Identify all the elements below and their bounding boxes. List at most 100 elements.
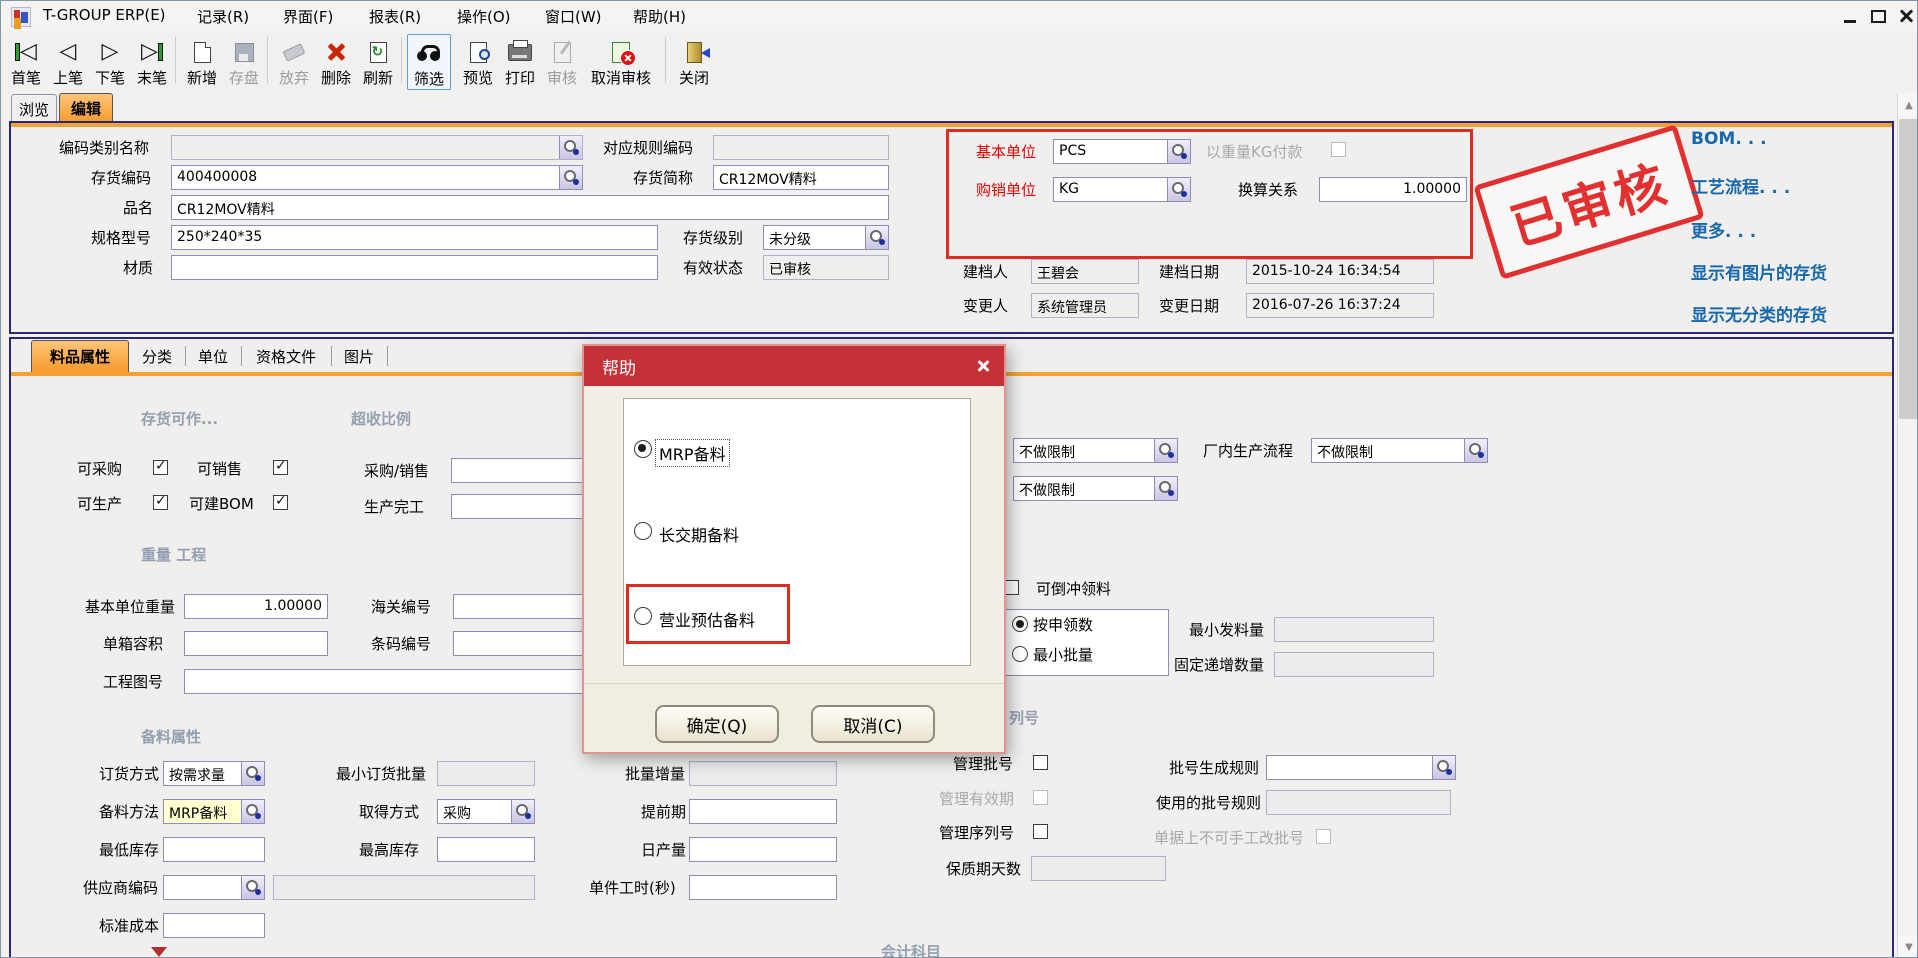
minimize-button[interactable]: [1839, 5, 1861, 27]
scroll-up-button[interactable]: ▲: [1898, 93, 1918, 117]
daily-output-field[interactable]: [689, 837, 837, 862]
spec-field[interactable]: 250*240*35: [171, 225, 658, 250]
toolbar-button-first[interactable]: ◁ 首笔: [5, 34, 47, 88]
material-field[interactable]: [171, 255, 658, 280]
trade-unit-field[interactable]: KG: [1053, 177, 1191, 202]
toolbar-button-next[interactable]: ▷ 下笔: [89, 34, 131, 88]
item-name-field[interactable]: CR12MOV精料: [171, 195, 889, 220]
toolbar-button-close[interactable]: 关闭: [673, 34, 715, 88]
tab-material-props[interactable]: 料品属性: [31, 340, 129, 372]
lookup-icon[interactable]: [241, 762, 264, 785]
restriction-field-2[interactable]: 不做限制: [1013, 476, 1178, 501]
prepare-method-field[interactable]: MRP备料: [163, 799, 265, 824]
restriction-field-1[interactable]: 不做限制: [1013, 438, 1178, 463]
link-more[interactable]: 更多. . .: [1691, 217, 1756, 242]
tab-image[interactable]: 图片: [335, 340, 383, 372]
option-long-lead-label[interactable]: 长交期备料: [659, 522, 739, 546]
max-stock-field[interactable]: [437, 837, 535, 862]
box-volume-field[interactable]: [184, 631, 328, 656]
vertical-scrollbar[interactable]: ▲ ▼: [1897, 93, 1918, 958]
menu-item-report[interactable]: 报表(R): [369, 6, 421, 27]
lookup-icon[interactable]: [1464, 439, 1487, 462]
toolbar-button-preview[interactable]: 预览: [457, 34, 499, 88]
order-mode-field[interactable]: 按需求量: [163, 761, 265, 786]
toolbar-button-cancel-audit[interactable]: 取消审核: [583, 34, 659, 88]
close-window-button[interactable]: [1895, 5, 1917, 27]
toolbar-button-filter[interactable]: 筛选: [407, 34, 451, 90]
lookup-icon[interactable]: [241, 876, 264, 899]
min-stock-field[interactable]: [163, 837, 265, 862]
batch-rule-field[interactable]: [1266, 755, 1456, 780]
link-show-unclassified[interactable]: 显示无分类的存货: [1691, 301, 1827, 326]
checkbox-bomable[interactable]: [273, 495, 288, 510]
acquire-mode-field[interactable]: 采购: [437, 799, 535, 824]
barcode-field[interactable]: [453, 631, 586, 656]
lookup-icon[interactable]: [241, 800, 264, 823]
menu-item-window[interactable]: 窗口(W): [545, 6, 602, 27]
base-unit-field[interactable]: PCS: [1053, 139, 1191, 164]
checkbox-manage-serial[interactable]: [1033, 824, 1048, 839]
level-field[interactable]: 未分级: [763, 225, 889, 250]
code-category-field[interactable]: [171, 135, 583, 160]
std-cost-field[interactable]: [163, 913, 265, 938]
toolbar-button-delete[interactable]: 删除: [315, 34, 357, 88]
dialog-close-button[interactable]: [972, 355, 994, 377]
toolbar-button-refresh[interactable]: 刷新: [357, 34, 399, 88]
purchase-sales-ratio-field[interactable]: [451, 458, 586, 483]
checkbox-producible[interactable]: [153, 495, 168, 510]
tab-unit[interactable]: 单位: [189, 340, 237, 372]
lookup-icon[interactable]: [1154, 477, 1177, 500]
lookup-icon[interactable]: [1154, 439, 1177, 462]
ok-button[interactable]: 确定(Q): [655, 705, 779, 743]
factory-flow-field[interactable]: 不做限制: [1311, 438, 1488, 463]
scrollbar-thumb[interactable]: [1899, 119, 1918, 419]
cancel-button[interactable]: 取消(C): [811, 705, 935, 743]
scroll-down-button[interactable]: ▼: [1898, 935, 1918, 958]
toolbar-button-last[interactable]: ▷ 末笔: [131, 34, 173, 88]
menu-item-action[interactable]: 操作(O): [457, 6, 511, 27]
menu-item-help[interactable]: 帮助(H): [633, 6, 686, 27]
option-mrp-label[interactable]: MRP备料: [656, 440, 729, 466]
lookup-icon[interactable]: [1432, 756, 1455, 779]
link-bom[interactable]: BOM. . .: [1691, 129, 1767, 149]
lookup-icon[interactable]: [511, 800, 534, 823]
lookup-icon[interactable]: [1167, 140, 1190, 163]
item-code-field[interactable]: 400400008: [171, 165, 583, 190]
conversion-field[interactable]: 1.00000: [1319, 177, 1467, 202]
checkbox-sellable[interactable]: [273, 460, 288, 475]
supplier-code-field[interactable]: [163, 875, 265, 900]
link-process-flow[interactable]: 工艺流程. . .: [1691, 173, 1790, 198]
item-code-label: 存货编码: [91, 169, 151, 187]
drawing-number-field[interactable]: [184, 669, 586, 694]
tab-edit[interactable]: 编辑: [59, 93, 113, 123]
lookup-icon[interactable]: [559, 136, 582, 159]
customs-code-field[interactable]: [453, 594, 586, 619]
dialog-title-bar[interactable]: 帮助: [584, 346, 1004, 386]
toolbar-button-prev[interactable]: ◁ 上笔: [47, 34, 89, 88]
checkbox-purchasable[interactable]: [153, 460, 168, 475]
menu-item-record[interactable]: 记录(R): [197, 6, 249, 27]
tab-category[interactable]: 分类: [133, 340, 181, 372]
lookup-icon[interactable]: [865, 226, 888, 249]
toolbar-button-new[interactable]: 新增: [181, 34, 223, 88]
unit-weight-field[interactable]: 1.00000: [184, 594, 328, 619]
tab-browse[interactable]: 浏览: [11, 94, 57, 123]
toolbar-button-print[interactable]: 打印: [499, 34, 541, 88]
lead-time-field[interactable]: [689, 799, 837, 824]
restore-button[interactable]: [1867, 5, 1889, 27]
lookup-icon[interactable]: [559, 166, 582, 189]
production-ratio-field[interactable]: [451, 494, 586, 519]
radio-mrp[interactable]: [634, 440, 652, 458]
item-abbr-field[interactable]: CR12MOV精料: [713, 165, 889, 190]
menu-item-app[interactable]: T-GROUP ERP(E): [43, 6, 166, 24]
tab-qualification[interactable]: 资格文件: [245, 340, 327, 372]
link-show-with-images[interactable]: 显示有图片的存货: [1691, 259, 1827, 284]
radio-long-lead[interactable]: [634, 522, 652, 540]
lookup-icon[interactable]: [1167, 178, 1190, 201]
radio-by-request[interactable]: [1012, 616, 1028, 632]
unit-time-field[interactable]: [689, 875, 837, 900]
radio-min-batch[interactable]: [1012, 646, 1028, 662]
menu-item-ui[interactable]: 界面(F): [283, 6, 333, 27]
checkbox-manage-batch[interactable]: [1033, 755, 1048, 770]
checkbox-backflush[interactable]: [1004, 580, 1019, 595]
